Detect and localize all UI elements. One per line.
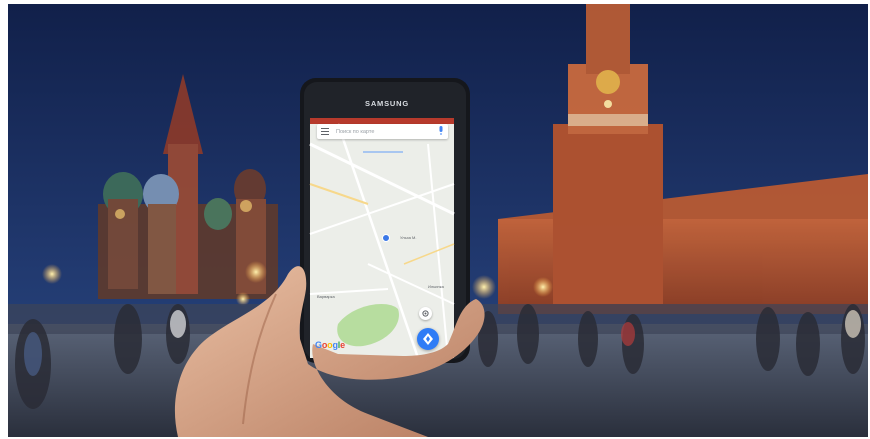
smartphone: [300, 78, 470, 363]
current-location-dot: [382, 234, 390, 242]
photo-frame: SAMSUNG Ульха М. Варварка Ильинка Google: [8, 4, 868, 437]
photo-scene: [8, 4, 868, 437]
